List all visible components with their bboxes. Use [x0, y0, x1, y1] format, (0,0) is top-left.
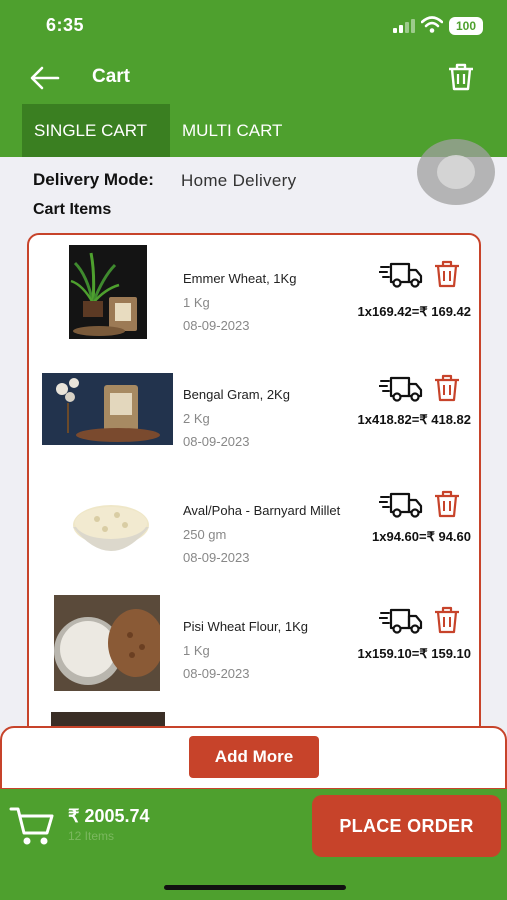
- cart-item-count: 12 Items: [68, 829, 115, 843]
- home-indicator[interactable]: [164, 885, 346, 890]
- item-name: Emmer Wheat, 1Kg: [183, 271, 297, 286]
- tab-multi-cart[interactable]: MULTI CART: [170, 104, 310, 157]
- item-name: Bengal Gram, 2Kg: [183, 387, 290, 402]
- back-arrow-icon[interactable]: [28, 64, 62, 92]
- remove-item-trash-icon[interactable]: [433, 605, 461, 635]
- add-more-button[interactable]: Add More: [189, 736, 319, 778]
- cart-item: Pisi Wheat Flour, 1Kg 1 Kg 08-09-2023 1x…: [29, 591, 479, 707]
- bengal-gram-product-image: [42, 373, 173, 445]
- cart-item: Bengal Gram, 2Kg 2 Kg 08-09-2023 1x418.8…: [29, 359, 479, 475]
- remove-item-trash-icon[interactable]: [433, 259, 461, 289]
- delivery-truck-icon: [379, 376, 423, 402]
- battery-indicator: 100: [449, 17, 483, 35]
- item-price: 1x418.82=₹ 418.82: [357, 412, 471, 427]
- cart-items-list: Emmer Wheat, 1Kg 1 Kg 08-09-2023 1x169.4…: [27, 233, 481, 763]
- item-quantity: 1 Kg: [183, 643, 210, 658]
- delivery-mode-value: Home Delivery: [181, 171, 297, 190]
- cart-total: ₹ 2005.74: [68, 806, 150, 826]
- item-date: 08-09-2023: [183, 550, 250, 565]
- item-price: 1x159.10=₹ 159.10: [357, 646, 471, 661]
- clear-cart-trash-icon[interactable]: [446, 62, 476, 92]
- item-price: 1x169.42=₹ 169.42: [357, 304, 471, 319]
- status-time: 6:35: [46, 15, 85, 35]
- emmer-wheat-product-image: [69, 245, 147, 339]
- wheat-flour-product-image: [54, 595, 160, 691]
- remove-item-trash-icon[interactable]: [433, 373, 461, 403]
- delivery-mode-label: Delivery Mode:: [33, 170, 154, 189]
- delivery-truck-icon: [379, 492, 423, 518]
- item-quantity: 250 gm: [183, 527, 227, 542]
- status-bar: 6:35 100: [0, 0, 507, 54]
- place-order-button[interactable]: PLACE ORDER: [312, 795, 501, 857]
- item-date: 08-09-2023: [183, 434, 250, 449]
- item-name: Aval/Poha - Barnyard Millet: [183, 503, 341, 518]
- wifi-icon: [421, 16, 443, 33]
- item-date: 08-09-2023: [183, 318, 250, 333]
- item-name: Pisi Wheat Flour, 1Kg: [183, 619, 308, 634]
- delivery-truck-icon: [379, 608, 423, 634]
- cart-item: Emmer Wheat, 1Kg 1 Kg 08-09-2023 1x169.4…: [29, 243, 479, 359]
- cellular-signal-icon: [393, 19, 415, 33]
- item-date: 08-09-2023: [183, 666, 250, 681]
- tab-single-cart[interactable]: SINGLE CART: [22, 104, 170, 157]
- item-price: 1x94.60=₹ 94.60: [372, 529, 471, 544]
- remove-item-trash-icon[interactable]: [433, 489, 461, 519]
- poha-bowl-product-image: [69, 495, 153, 567]
- item-quantity: 2 Kg: [183, 411, 210, 426]
- cart-items-heading: Cart Items: [33, 201, 112, 218]
- page-title: Cart: [92, 66, 131, 87]
- item-quantity: 1 Kg: [183, 295, 210, 310]
- delivery-truck-icon: [379, 262, 423, 288]
- cart-item: Aval/Poha - Barnyard Millet 250 gm 08-09…: [29, 475, 479, 591]
- floating-assistive-button[interactable]: [417, 139, 495, 205]
- shopping-cart-icon: [9, 807, 54, 845]
